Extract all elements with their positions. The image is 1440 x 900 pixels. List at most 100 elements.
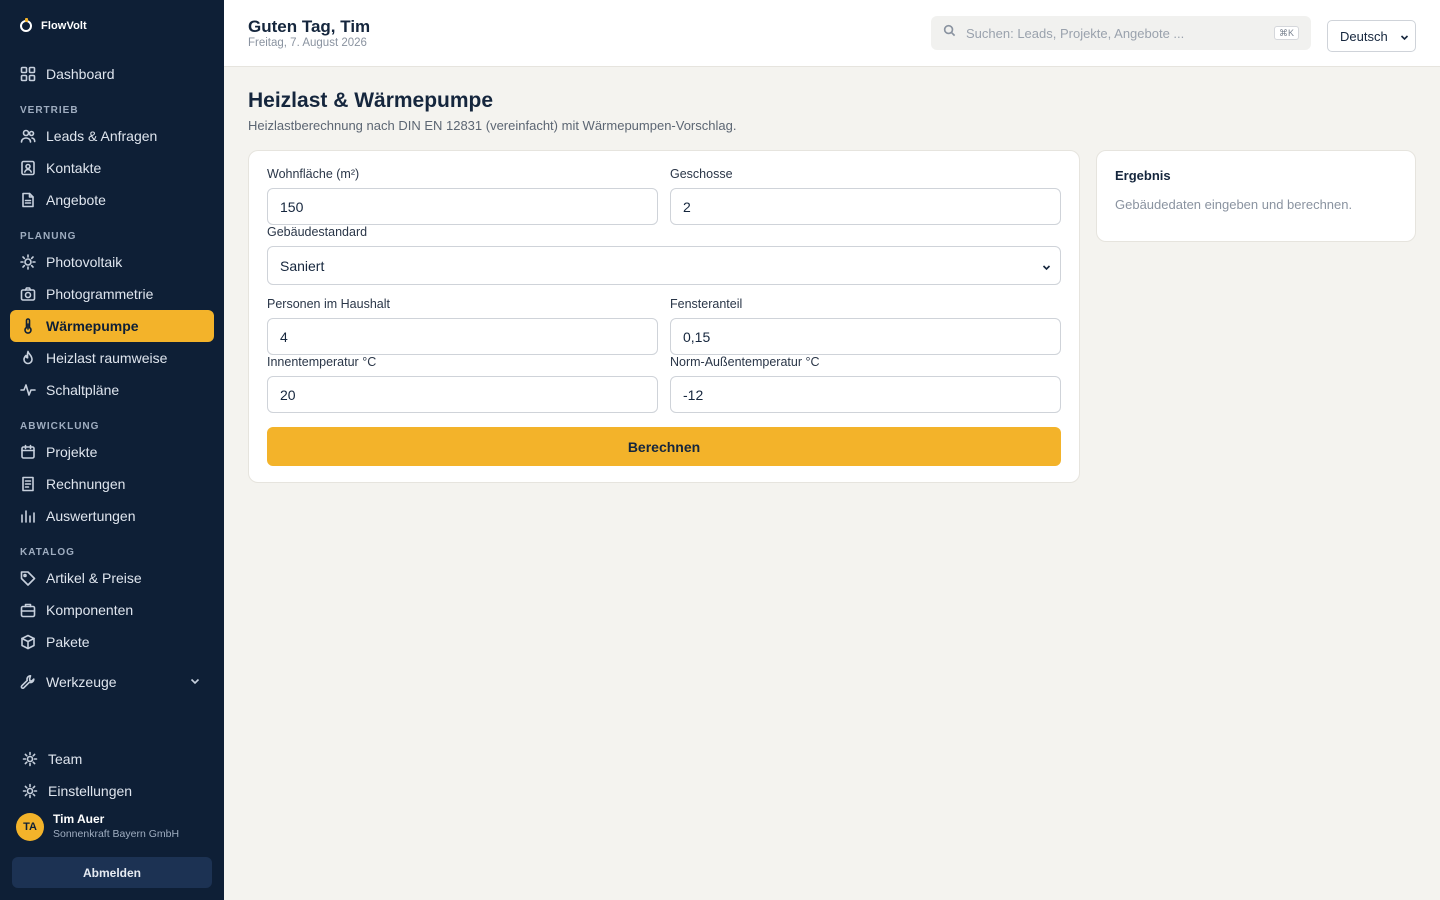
wrench-icon (20, 674, 36, 690)
geschosse-field[interactable]: 2 (670, 188, 1061, 225)
gebaeudestandard-label: Gebäudestandard (267, 225, 368, 239)
sidebar-item-auswertungen[interactable]: Auswertungen (10, 500, 214, 532)
sidebar-item-label: Werkzeuge (46, 674, 117, 690)
chevron-down-icon (1041, 260, 1052, 276)
personen-field[interactable]: 4 (267, 318, 658, 355)
section-label-katalog: KATALOG (20, 547, 75, 558)
avatar: TA (16, 812, 44, 841)
sidebar-item-label: Leads & Anfragen (46, 128, 158, 144)
geschosse-label: Geschosse (670, 167, 733, 181)
result-card: Ergebnis Gebäudedaten eingeben und berec… (1096, 150, 1416, 242)
sidebar-item-artikel-preise[interactable]: Artikel & Preise (10, 562, 214, 594)
sidebar-item-label: Projekte (46, 444, 98, 460)
aussentemperatur-label: Norm-Außentemperatur °C (670, 355, 820, 369)
sidebar-item-label: Team (48, 751, 83, 767)
greeting: Guten Tag, Tim (248, 17, 371, 36)
sidebar-item-einstellungen[interactable]: Einstellungen (10, 775, 214, 807)
sidebar-item-label: Photovoltaik (46, 254, 123, 270)
sidebar-item-photovoltaik[interactable]: Photovoltaik (10, 246, 214, 278)
sidebar-item-dashboard[interactable]: Dashboard (10, 58, 214, 90)
grid-icon (20, 66, 36, 82)
sidebar-item-team[interactable]: Team (10, 743, 214, 775)
fensteranteil-field[interactable]: 0,15 (670, 318, 1061, 355)
keyboard-shortcut-badge: ⌘K (1273, 26, 1299, 40)
berechnen-button[interactable]: Berechnen (267, 427, 1061, 466)
section-label-vertrieb: VERTRIEB (20, 105, 79, 116)
wohnflaeche-label: Wohnfläche (m²) (267, 167, 360, 181)
sidebar-item-label: Schaltpläne (46, 382, 120, 398)
sidebar-item-label: Artikel & Preise (46, 570, 142, 586)
calendar-icon (20, 444, 36, 460)
sidebar-item-waermepumpe[interactable]: Wärmepumpe (10, 310, 214, 342)
logo-icon (20, 18, 32, 32)
sidebar-item-heizlast-raumweise[interactable]: Heizlast raumweise (10, 342, 214, 374)
section-label-planung: PLANUNG (20, 231, 77, 242)
sidebar-item-komponenten[interactable]: Komponenten (10, 594, 214, 626)
users-icon (20, 128, 36, 144)
sidebar-item-label: Angebote (46, 192, 106, 208)
sidebar-item-label: Auswertungen (46, 508, 136, 524)
sidebar-item-leads[interactable]: Leads & Anfragen (10, 120, 214, 152)
page-title: Heizlast & Wärmepumpe (248, 89, 494, 112)
activity-icon (20, 382, 36, 398)
current-date: Freitag, 7. August 2026 (248, 37, 367, 49)
fensteranteil-label: Fensteranteil (670, 297, 743, 311)
briefcase-icon (20, 602, 36, 618)
personen-label: Personen im Haushalt (267, 297, 390, 311)
page-subtitle: Heizlastberechnung nach DIN EN 12831 (ve… (248, 118, 737, 133)
sidebar-item-label: Rechnungen (46, 476, 126, 492)
sidebar-item-photogrammetrie[interactable]: Photogrammetrie (10, 278, 214, 310)
sidebar-item-kontakte[interactable]: Kontakte (10, 152, 214, 184)
gebaeudestandard-select[interactable]: Saniert (267, 246, 1061, 285)
sidebar-item-rechnungen[interactable]: Rechnungen (10, 468, 214, 500)
sidebar-item-label: Photogrammetrie (46, 286, 154, 302)
thermometer-icon (20, 318, 36, 334)
result-empty-text: Gebäudedaten eingeben und berechnen. (1115, 197, 1353, 212)
user-profile[interactable]: TA Tim Auer Sonnenkraft Bayern GmbH (16, 812, 179, 841)
innentemperatur-field[interactable]: 20 (267, 376, 658, 413)
receipt-icon (20, 476, 36, 492)
sidebar-item-label: Dashboard (46, 66, 115, 82)
wohnflaeche-field[interactable]: 150 (267, 188, 658, 225)
search-placeholder: Suchen: Leads, Projekte, Angebote ... (966, 25, 1185, 41)
brand-name: FlowVolt (41, 20, 87, 32)
gear-icon (22, 751, 38, 767)
language-select[interactable]: Deutsch (1327, 20, 1416, 52)
sidebar-item-label: Wärmepumpe (46, 318, 139, 334)
sidebar-item-label: Heizlast raumweise (46, 350, 168, 366)
sidebar-item-pakete[interactable]: Pakete (10, 626, 214, 658)
sidebar-item-schaltplaene[interactable]: Schaltpläne (10, 374, 214, 406)
document-icon (20, 192, 36, 208)
sun-icon (20, 254, 36, 270)
sidebar-item-werkzeuge[interactable]: Werkzeuge (10, 666, 214, 698)
innentemperatur-label: Innentemperatur °C (267, 355, 377, 369)
bar-chart-icon (20, 508, 36, 524)
contact-card-icon (20, 160, 36, 176)
aussentemperatur-field[interactable]: -12 (670, 376, 1061, 413)
language-value: Deutsch (1340, 28, 1388, 44)
gebaeudestandard-value: Saniert (280, 257, 325, 274)
sidebar-item-label: Einstellungen (48, 783, 133, 799)
user-name: Tim Auer (53, 812, 105, 826)
search-input[interactable]: Suchen: Leads, Projekte, Angebote ... ⌘K (931, 16, 1311, 50)
sidebar-item-label: Komponenten (46, 602, 134, 618)
sidebar-item-angebote[interactable]: Angebote (10, 184, 214, 216)
heizlast-form-card: Wohnfläche (m²) 150 Geschosse 2 Gebäudes… (248, 150, 1080, 483)
chevron-down-icon (188, 674, 202, 688)
sidebar-item-projekte[interactable]: Projekte (10, 436, 214, 468)
result-title: Ergebnis (1115, 168, 1171, 183)
brand[interactable]: FlowVolt (20, 18, 87, 34)
search-icon (943, 24, 956, 42)
section-label-abwicklung: ABWICKLUNG (20, 421, 100, 432)
chevron-down-icon (1399, 31, 1410, 46)
sidebar: FlowVolt Dashboard VERTRIEB Leads & Anfr… (0, 0, 224, 900)
tag-icon (20, 570, 36, 586)
logout-button[interactable]: Abmelden (12, 857, 212, 888)
gear-icon (22, 783, 38, 799)
flame-icon (20, 350, 36, 366)
box-icon (20, 634, 36, 650)
sidebar-item-label: Pakete (46, 634, 90, 650)
user-company: Sonnenkraft Bayern GmbH (53, 828, 180, 840)
sidebar-item-label: Kontakte (46, 160, 102, 176)
camera-icon (20, 286, 36, 302)
